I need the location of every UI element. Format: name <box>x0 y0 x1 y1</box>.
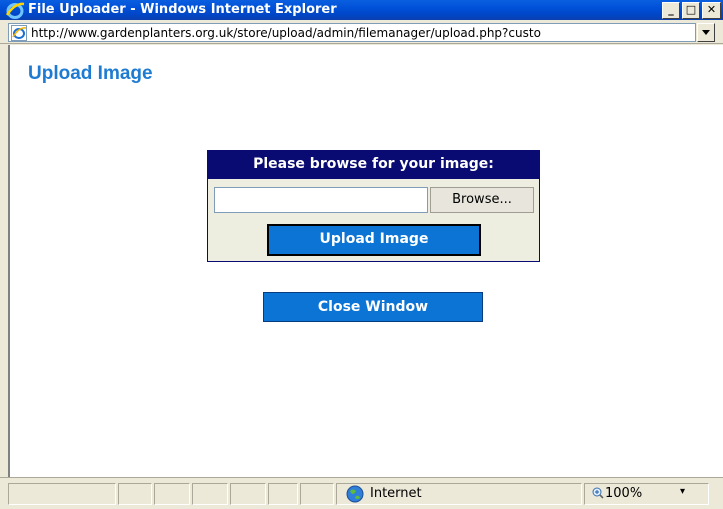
address-input[interactable]: http://www.gardenplanters.org.uk/store/u… <box>8 23 696 42</box>
status-panel <box>192 483 228 505</box>
zoom-dropdown-icon[interactable]: ▾ <box>680 486 685 497</box>
ie-logo-icon <box>5 2 25 19</box>
zoom-icon <box>592 487 604 499</box>
close-icon: ✕ <box>706 3 717 16</box>
upload-panel: Please browse for your image: Browse... … <box>207 150 540 262</box>
status-panel <box>154 483 190 505</box>
maximize-button[interactable]: □ <box>682 2 700 19</box>
address-dropdown-button[interactable] <box>697 23 715 42</box>
zoom-level: 100% <box>605 486 643 501</box>
status-panel <box>230 483 266 505</box>
chevron-down-icon <box>702 30 710 35</box>
window-title-bar[interactable]: File Uploader - Windows Internet Explore… <box>0 0 723 20</box>
upload-image-button[interactable]: Upload Image <box>267 224 481 256</box>
maximize-icon: □ <box>685 3 697 16</box>
page-content: Upload Image Please browse for your imag… <box>8 45 723 477</box>
page-title: Upload Image <box>28 63 153 84</box>
close-window-button[interactable]: ✕ <box>702 2 721 19</box>
address-url: http://www.gardenplanters.org.uk/store/u… <box>31 26 541 40</box>
minimize-icon: _ <box>668 3 674 16</box>
browse-button[interactable]: Browse... <box>430 187 534 213</box>
minimize-button[interactable]: _ <box>662 2 680 19</box>
close-window-link-button[interactable]: Close Window <box>263 292 483 322</box>
status-panel-main <box>8 483 116 505</box>
status-panel <box>268 483 298 505</box>
file-path-input[interactable] <box>214 187 428 213</box>
address-bar: http://www.gardenplanters.org.uk/store/u… <box>0 20 723 44</box>
status-panel <box>300 483 334 505</box>
status-bar: Internet 100% ▾ <box>0 477 723 509</box>
status-panel <box>118 483 152 505</box>
window-title: File Uploader - Windows Internet Explore… <box>28 2 337 17</box>
security-zone-label: Internet <box>370 486 422 501</box>
ie-page-icon <box>11 25 27 41</box>
globe-icon <box>346 485 364 503</box>
upload-panel-header: Please browse for your image: <box>208 151 539 179</box>
